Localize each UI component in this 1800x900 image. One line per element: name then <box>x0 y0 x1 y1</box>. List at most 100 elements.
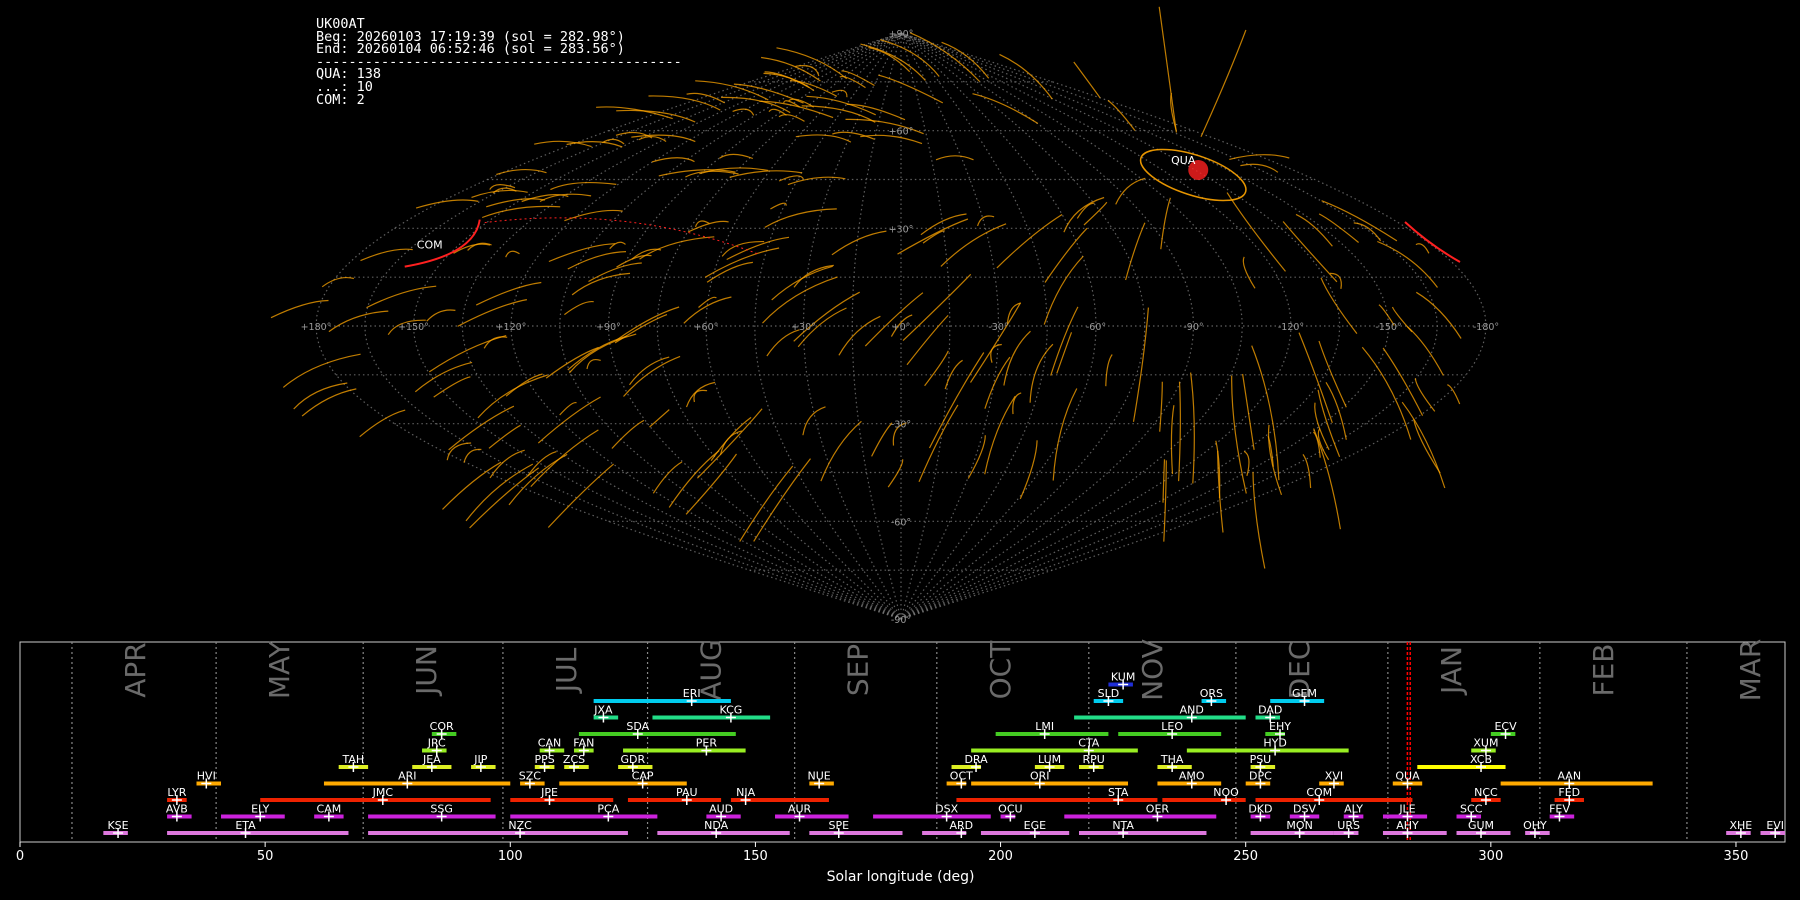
shower-label: COR <box>430 720 454 733</box>
shower-label: JLE <box>1398 803 1415 816</box>
shower-label: NIA <box>736 786 755 799</box>
month-label: NOV <box>1136 639 1169 701</box>
shower-label: JRC <box>427 737 446 750</box>
shower-label: CTA <box>1078 737 1100 750</box>
shower-label: DPC <box>1249 770 1272 783</box>
shower-label: RPU <box>1083 753 1105 766</box>
shower-label: AUD <box>709 803 733 816</box>
shower-label: SZC <box>519 770 542 783</box>
shower-label: CAN <box>538 737 561 750</box>
shower-label: CAM <box>317 803 342 816</box>
shower-label: DAD <box>1258 704 1282 717</box>
shower-label: AND <box>1180 704 1204 717</box>
x-tick-label: 50 <box>257 849 274 864</box>
shower-label: ERI <box>683 687 701 700</box>
shower-label: OHY <box>1523 819 1547 832</box>
x-axis-label: Solar longitude (deg) <box>827 869 975 885</box>
shower-label: ECV <box>1494 720 1517 733</box>
shower-label: OER <box>1146 803 1170 816</box>
shower-label: OCT <box>950 770 973 783</box>
shower-label: FEV <box>1549 803 1570 816</box>
shower-label: KCG <box>719 704 742 717</box>
shower-label: JMC <box>372 786 394 799</box>
month-label: APR <box>119 642 152 698</box>
shower-label: QUA <box>1395 770 1420 783</box>
shower-timeline: APR MAY JUN JUL AUG SEP OCT NOV DEC JAN FEB MARKUME… <box>16 639 1786 885</box>
shower-label: AMO <box>1179 770 1205 783</box>
shower-label: STA <box>1108 786 1129 799</box>
shower-label: COM <box>1306 786 1332 799</box>
shower-label: XUM <box>1473 737 1498 750</box>
shower-label: SLD <box>1098 687 1120 700</box>
shower-label: JEA <box>422 753 441 766</box>
shower-label: URS <box>1337 819 1360 832</box>
shower-label: KSE <box>107 819 128 832</box>
shower-label: ARD <box>950 819 974 832</box>
month-label: SEP <box>842 644 875 696</box>
shower-label: AHY <box>1396 819 1419 832</box>
shower-label: XCB <box>1470 753 1492 766</box>
shower-label: CAP <box>632 770 654 783</box>
shower-label: FAN <box>573 737 594 750</box>
shower-label: NOO <box>1213 786 1239 799</box>
shower-label: PSU <box>1250 753 1272 766</box>
shower-label: TAH <box>342 753 365 766</box>
x-tick-label: 150 <box>743 849 768 864</box>
month-label: FEB <box>1587 643 1620 696</box>
shower-label: PPS <box>534 753 554 766</box>
shower-label: EHY <box>1269 720 1291 733</box>
shower-label: JPE <box>540 786 558 799</box>
shower-label: SPE <box>828 819 849 832</box>
shower-label: SDA <box>626 720 649 733</box>
shower-label: AAN <box>1557 770 1581 783</box>
shower-label: NZC <box>508 819 532 832</box>
shower-label: THA <box>1160 753 1184 766</box>
shower-label: ORI <box>1030 770 1050 783</box>
month-label: JAN <box>1435 646 1468 696</box>
x-tick-label: 300 <box>1478 849 1503 864</box>
shower-label: PCA <box>597 803 619 816</box>
shower-label: HVI <box>197 770 216 783</box>
x-tick-label: 0 <box>16 849 24 864</box>
month-label: JUN <box>410 645 443 697</box>
shower-label: OCU <box>998 803 1022 816</box>
shower-label: ZCS <box>563 753 585 766</box>
x-tick-label: 350 <box>1724 849 1749 864</box>
shower-label: PAU <box>676 786 698 799</box>
shower-label: GDR <box>621 753 646 766</box>
shower-label: AVB <box>166 803 188 816</box>
shower-label: NDA <box>704 819 729 832</box>
shower-label: XHE <box>1729 819 1752 832</box>
shower-label: ORS <box>1200 687 1223 700</box>
month-label: MAY <box>263 640 296 699</box>
shower-label: DSV <box>1293 803 1316 816</box>
month-label: MAR <box>1734 639 1767 702</box>
shower-label: ELY <box>251 803 270 816</box>
shower-label: XVI <box>1325 770 1343 783</box>
shower-label: DRA <box>964 753 988 766</box>
shower-label: NUE <box>808 770 831 783</box>
shower-label: LYR <box>167 786 186 799</box>
shower-label: HYD <box>1263 737 1286 750</box>
shower-label: ETA <box>235 819 256 832</box>
shower-label: NTA <box>1112 819 1134 832</box>
shower-label: EVI <box>1766 819 1784 832</box>
month-label: JUL <box>550 647 583 694</box>
shower-label: GUM <box>1468 819 1494 832</box>
shower-label: SCC <box>1460 803 1483 816</box>
shower-label: MON <box>1286 819 1312 832</box>
shower-label: KUM <box>1111 671 1135 684</box>
x-tick-label: 250 <box>1233 849 1258 864</box>
shower-label: NCC <box>1474 786 1498 799</box>
shower-label: LUM <box>1038 753 1061 766</box>
shower-label: JIP <box>473 753 487 766</box>
shower-label: JXA <box>593 704 613 717</box>
shower-label: PER <box>696 737 718 750</box>
shower-label: LMI <box>1035 720 1054 733</box>
shower-label: LEO <box>1161 720 1183 733</box>
shower-label: SSG <box>430 803 453 816</box>
shower-label: ARI <box>398 770 416 783</box>
x-tick-label: 200 <box>988 849 1013 864</box>
shower-label: EGE <box>1024 819 1046 832</box>
x-tick-label: 100 <box>498 849 523 864</box>
